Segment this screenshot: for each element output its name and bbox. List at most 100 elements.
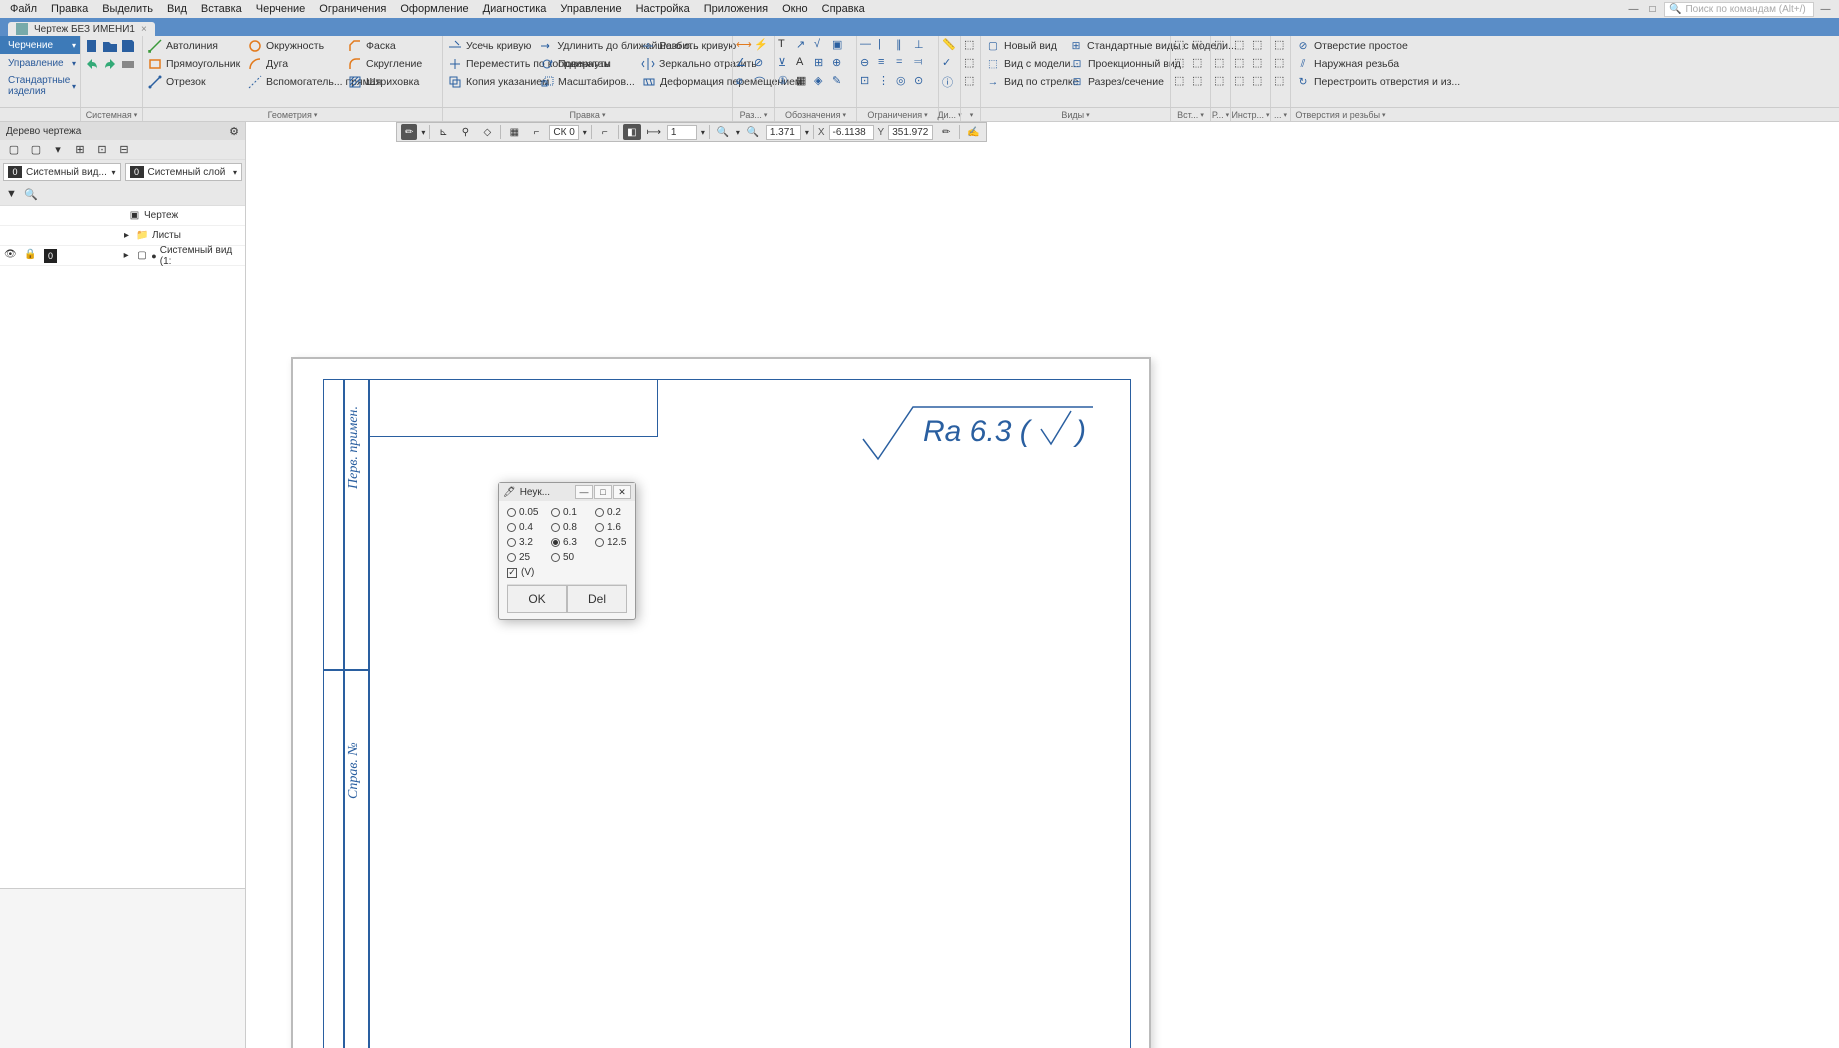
cmd-section[interactable]: ⊟Разрез/сечение [1068,74,1167,90]
osnap-icon[interactable]: ◇ [478,124,496,140]
step-icon[interactable]: ⟼ [645,124,663,140]
cmd-line[interactable]: Отрезок [146,74,238,90]
radio-0-8[interactable]: 0.8 [551,522,593,533]
weld-icon[interactable]: ⊻ [778,56,794,72]
save-icon[interactable] [120,38,136,54]
radio-1-6[interactable]: 1.6 [595,522,637,533]
zoom-field[interactable]: 1.371 [766,125,801,140]
window-maximize-icon[interactable]: □ [1645,3,1660,16]
expand2-icon[interactable]: ▸ [120,249,133,262]
ins1-icon[interactable]: ⬚ [1174,38,1190,54]
cmd-deform[interactable]: Деформация перемещением [640,74,730,90]
menu-file[interactable]: Файл [4,1,43,17]
perp-icon[interactable]: ⊥ [914,38,930,54]
ribbon-mode-drafting[interactable]: Черчение▾ [0,36,80,54]
ribbon-mode-manage[interactable]: Управление▾ [0,54,80,72]
cmd-rebuild-holes[interactable]: ↻Перестроить отверстия и из... [1294,74,1387,90]
menu-select[interactable]: Выделить [96,1,159,17]
radio-0-2[interactable]: 0.2 [595,507,637,518]
redo-icon[interactable] [102,56,118,72]
zoom-fit-icon[interactable]: 🔍 [714,124,732,140]
lock-icon[interactable]: 🔒 [24,249,36,261]
cmd-chamfer[interactable]: Фаска [346,38,426,54]
x-field[interactable]: -6.1138 [829,125,874,140]
radio-50[interactable]: 50 [551,552,593,563]
ok-button[interactable]: OK [507,585,567,613]
dialog-min-icon[interactable]: — [575,485,593,499]
check-icon[interactable]: ✓ [942,56,958,72]
radio-0-05[interactable]: 0.05 [507,507,549,518]
rounding-icon[interactable]: ⌐ [596,124,614,140]
dim-radius-icon[interactable]: ⊘ [754,56,770,72]
grid-icon[interactable]: ▦ [505,124,523,140]
t2-icon[interactable]: ⬚ [1252,38,1268,54]
menu-edit[interactable]: Правка [45,1,94,17]
measure-icon[interactable]: 📏 [942,38,958,54]
t6-icon[interactable]: ⬚ [1252,74,1268,90]
radio-0-4[interactable]: 0.4 [507,522,549,533]
dialog-max-icon[interactable]: □ [594,485,612,499]
cmd-arrow-view[interactable]: →Вид по стрелке [984,74,1064,90]
dim-diameter-icon[interactable]: ⌀ [736,74,752,90]
surface-icon[interactable]: √ [814,38,830,54]
coord-system-field[interactable]: СК 0 [549,125,578,140]
tree-row-system-view[interactable]: 👁 🔒 0 ▸ ▢ ● Системный вид (1: [0,246,245,266]
new-doc-icon[interactable] [84,38,100,54]
tree-row-sheets[interactable]: ▸ 📁 Листы [0,226,245,246]
radio-12-5[interactable]: 12.5 [595,537,637,548]
cmd-hole-simple[interactable]: ⊘Отверстие простое [1294,38,1387,54]
tangent-icon[interactable]: ⊖ [860,56,876,72]
tolerance-icon[interactable]: ⊞ [814,56,830,72]
dim-arc-icon[interactable]: ⌒ [754,74,770,90]
dialog-titlebar[interactable]: 🖊 Неук... — □ ✕ [499,483,635,501]
menu-help[interactable]: Справка [816,1,871,17]
ins2-icon[interactable]: ⬚ [1192,38,1208,54]
r1-icon[interactable]: ⬚ [1214,38,1230,54]
ins4-icon[interactable]: ⬚ [1192,56,1208,72]
tree-tb3-icon[interactable]: ▾ [50,142,66,158]
t3-icon[interactable]: ⬚ [1234,56,1250,72]
del-button[interactable]: Del [567,585,627,613]
r2-icon[interactable]: ⬚ [1214,56,1230,72]
cmd-ext-thread[interactable]: ⫽Наружная резьба [1294,56,1387,72]
checkbox-v[interactable]: ✓ (V) [507,567,627,578]
pencil-icon[interactable]: ✏ [937,124,955,140]
tree-tb5-icon[interactable]: ⊡ [94,142,110,158]
tree-tb6-icon[interactable]: ⊟ [116,142,132,158]
menu-apps[interactable]: Приложения [698,1,774,17]
cmd-mirror[interactable]: Зеркально отразить [639,56,729,72]
app-minimize-icon[interactable]: — [1818,3,1833,16]
t1-icon[interactable]: ⬚ [1234,38,1250,54]
visibility-icon[interactable]: 👁 [4,249,16,261]
datum-icon[interactable]: ▣ [832,38,848,54]
menu-window[interactable]: Окно [776,1,814,17]
tree-row-drawing[interactable]: ▣ Чертеж [0,206,245,226]
d2-icon[interactable]: ⬚ [1274,56,1290,72]
d1-icon[interactable]: ⬚ [1274,38,1290,54]
dark-mode-icon[interactable]: ◧ [623,124,641,140]
dialog-close-icon[interactable]: ✕ [613,485,631,499]
collinear-icon[interactable]: ⋮ [878,74,894,90]
misc1-icon[interactable]: ⬚ [964,38,980,54]
dim-flash-icon[interactable]: ⚡ [754,38,770,54]
ribbon-mode-stdparts[interactable]: Стандартные изделия▾ [0,72,80,100]
concentric-icon[interactable]: ◎ [896,74,912,90]
note-icon[interactable]: ✎ [832,74,848,90]
tree-tb1-icon[interactable]: ▢ [6,142,22,158]
command-search-input[interactable]: 🔍 Поиск по командам (Alt+/) [1664,2,1814,17]
window-minimize-icon[interactable]: — [1626,3,1641,16]
cmd-scale[interactable]: Масштабиров... [538,74,636,90]
step-field[interactable]: 1 [667,125,697,140]
cmd-proj-view[interactable]: ⊡Проекционный вид [1068,56,1168,72]
mark-icon[interactable]: ◈ [814,74,830,90]
open-icon[interactable] [102,38,118,54]
menu-insert[interactable]: Вставка [195,1,248,17]
cmd-new-view[interactable]: ▢Новый вид [984,38,1063,54]
ins3-icon[interactable]: ⬚ [1174,56,1190,72]
view-select[interactable]: 0Системный вид...▾ [3,163,121,181]
menu-design[interactable]: Оформление [394,1,474,17]
snap-icon[interactable]: ⚲ [456,124,474,140]
balloon-icon[interactable]: ① [778,74,794,90]
radio-6-3[interactable]: 6.3 [551,537,593,548]
misc2-icon[interactable]: ⬚ [964,56,980,72]
